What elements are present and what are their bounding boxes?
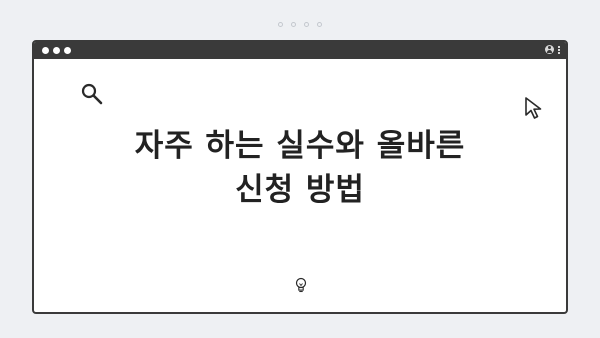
user-icon[interactable] bbox=[545, 45, 554, 54]
window-control-dot[interactable] bbox=[64, 47, 71, 54]
window-control-dot[interactable] bbox=[42, 47, 49, 54]
search-icon bbox=[80, 82, 104, 110]
page-dot[interactable] bbox=[317, 22, 322, 27]
page-dot[interactable] bbox=[278, 22, 283, 27]
browser-window: 자주 하는 실수와 올바른 신청 방법 bbox=[32, 40, 568, 314]
window-control-dot[interactable] bbox=[53, 47, 60, 54]
page-title-line-1: 자주 하는 실수와 올바른 bbox=[134, 128, 466, 164]
page-title: 자주 하는 실수와 올바른 신청 방법 bbox=[34, 124, 566, 212]
page-dot[interactable] bbox=[291, 22, 296, 27]
window-titlebar bbox=[34, 42, 566, 59]
window-controls bbox=[42, 47, 71, 54]
page-indicator bbox=[0, 22, 600, 27]
cursor-icon bbox=[524, 96, 546, 124]
page-dot[interactable] bbox=[304, 22, 309, 27]
more-vertical-icon[interactable] bbox=[558, 45, 560, 54]
page-title-line-2: 신청 방법 bbox=[235, 172, 365, 208]
titlebar-actions bbox=[545, 45, 560, 54]
lightbulb-icon bbox=[295, 277, 307, 297]
